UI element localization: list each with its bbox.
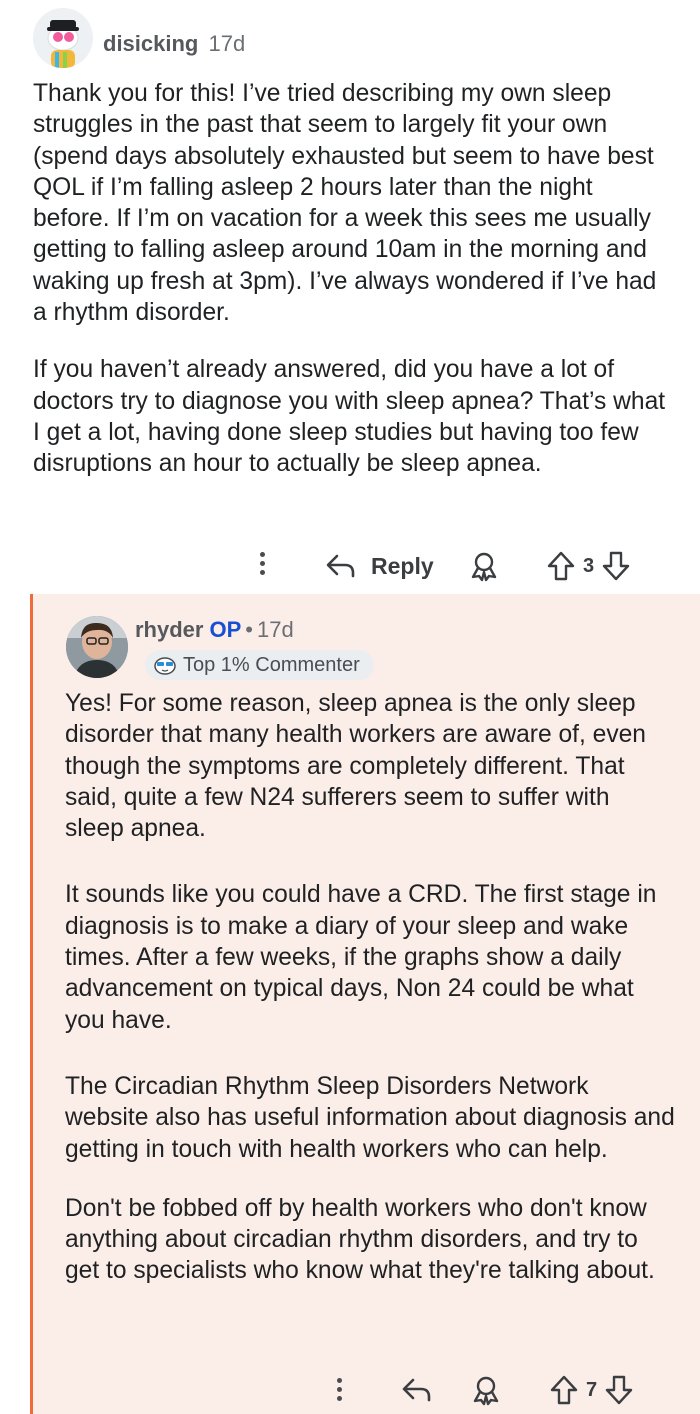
upvote-icon[interactable] <box>548 1374 580 1406</box>
user-avatar[interactable] <box>33 8 93 68</box>
profile-photo-icon <box>66 616 128 678</box>
sunglasses-snoo-icon <box>154 657 176 675</box>
more-options-icon[interactable] <box>337 1378 343 1405</box>
username[interactable]: disicking <box>103 31 198 56</box>
comment-disicking: disicking 17d Thank you for this! I’ve t… <box>0 0 700 594</box>
top-commenter-badge: Top 1% Commenter <box>145 650 374 680</box>
comment-paragraph: If you haven’t already answered, did you… <box>33 356 666 478</box>
meta-separator: • <box>245 617 253 642</box>
comment-actions: Reply 3 <box>0 546 700 586</box>
timestamp: 17d <box>208 31 246 56</box>
comment-paragraph: Don't be fobbed off by health workers wh… <box>65 1194 655 1285</box>
user-avatar[interactable] <box>66 616 128 678</box>
comment-paragraph: Thank you for this! I’ve tried describin… <box>33 80 657 327</box>
comment-paragraph: The Circadian Rhythm Sleep Disorders Net… <box>65 1072 675 1163</box>
username[interactable]: rhyder <box>135 617 203 642</box>
reply-arrow-icon <box>326 554 355 578</box>
comment-actions: 7 <box>33 1366 700 1406</box>
badge-label: Top 1% Commenter <box>183 653 360 676</box>
reply-button[interactable]: Reply <box>325 546 434 586</box>
reply-arrow-icon[interactable] <box>401 1376 433 1404</box>
comment-body: Yes! For some reason, sleep apnea is the… <box>65 688 675 1322</box>
comment-paragraph: Yes! For some reason, sleep apnea is the… <box>65 690 646 843</box>
comment-body: Thank you for this! I’ve tried describin… <box>33 78 673 506</box>
reply-label: Reply <box>371 552 434 579</box>
award-icon[interactable] <box>468 550 500 582</box>
vote-controls: 3 <box>545 550 632 582</box>
reply-comment-rhyder: rhyder OP • 17d Top 1% Commenter Yes! For s… <box>30 594 700 1414</box>
timestamp: 17d <box>256 617 294 642</box>
downvote-icon[interactable] <box>603 1374 635 1406</box>
comment-paragraph: It sounds like you could have a CRD. The… <box>65 881 657 1034</box>
op-label: OP <box>209 617 242 642</box>
snoo-avatar-icon <box>33 8 93 68</box>
award-icon[interactable] <box>470 1374 502 1406</box>
more-options-icon[interactable] <box>260 552 266 579</box>
comment-meta: disicking 17d <box>103 30 245 58</box>
downvote-icon[interactable] <box>600 550 632 582</box>
vote-count: 3 <box>583 554 595 577</box>
upvote-icon[interactable] <box>545 550 577 582</box>
vote-controls: 7 <box>548 1374 635 1406</box>
vote-count: 7 <box>586 1378 598 1401</box>
comment-meta: rhyder OP • 17d <box>135 616 294 644</box>
